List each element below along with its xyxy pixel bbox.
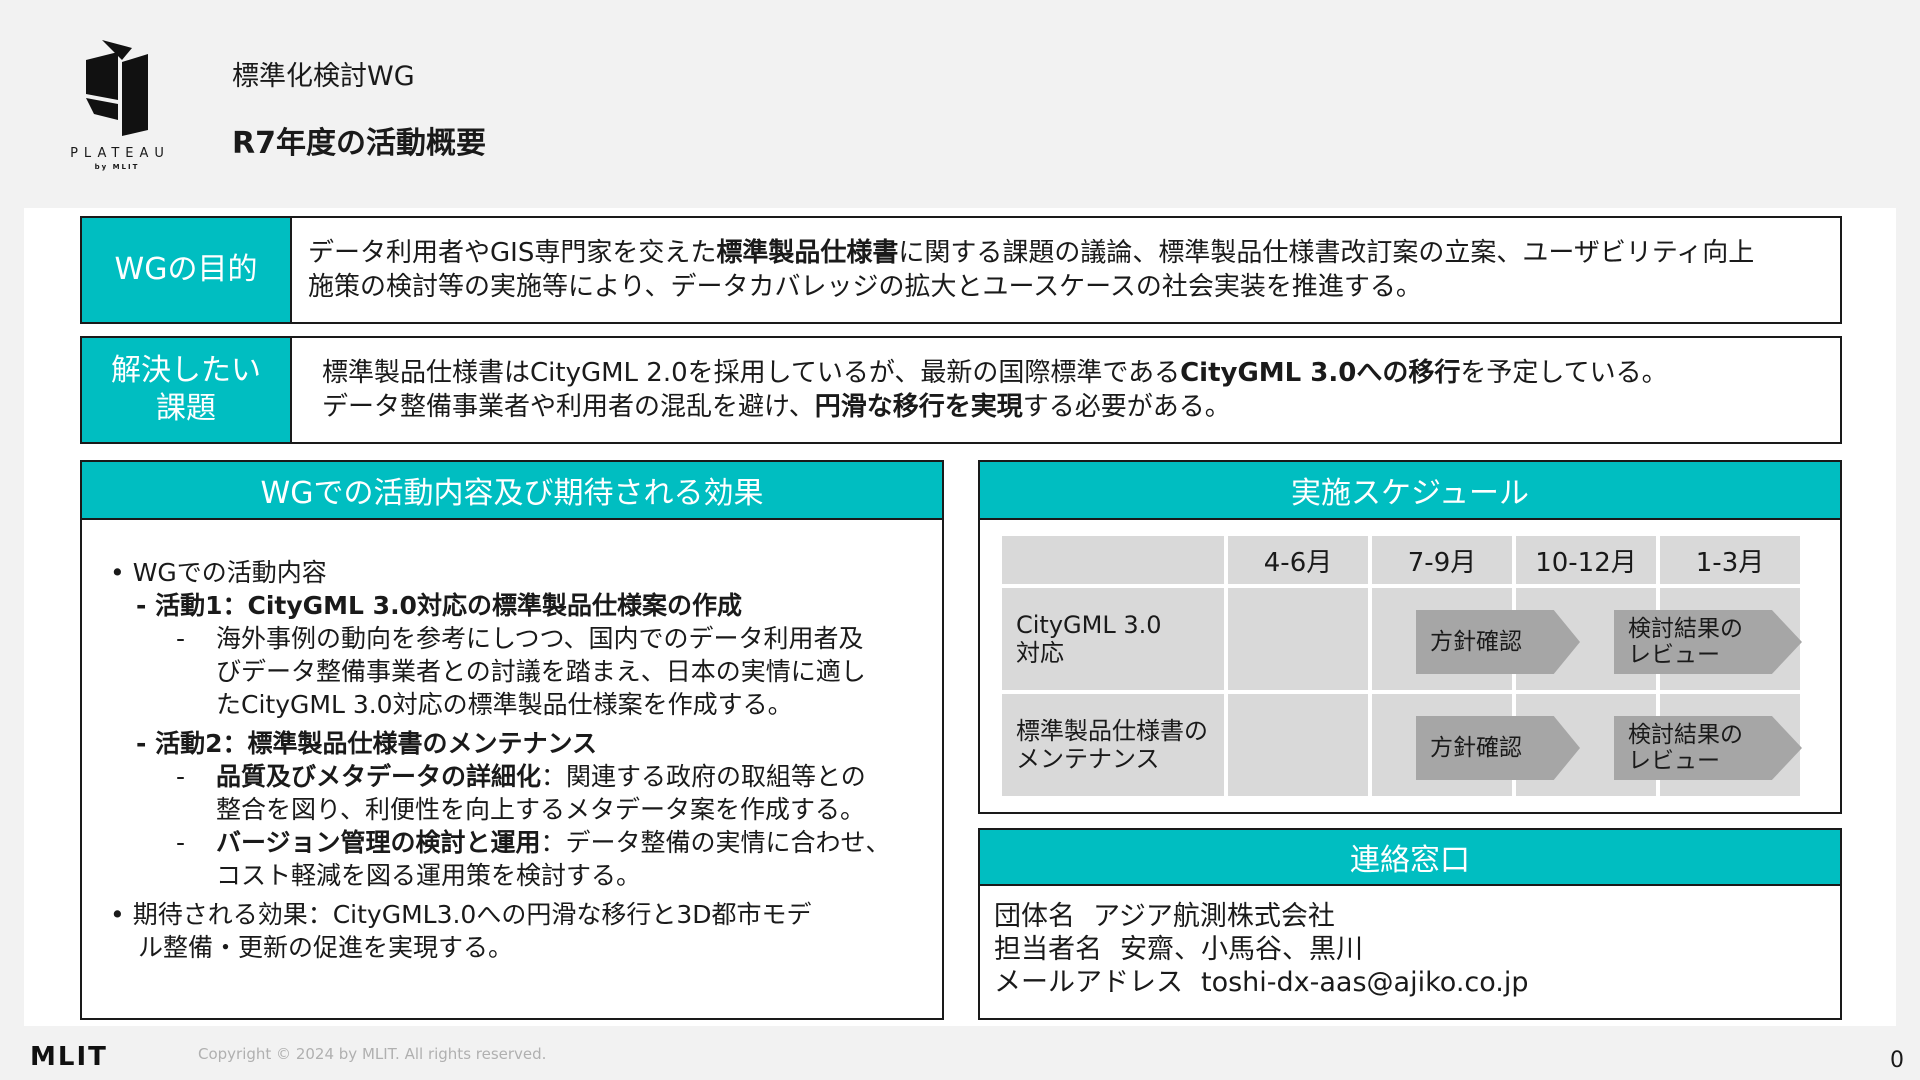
contact-heading: 連絡窓口 [980, 830, 1840, 886]
activities-heading: WGでの活動内容及び期待される効果 [82, 462, 942, 520]
contact-org-value: アジア航測株式会社 [1093, 901, 1335, 932]
schedule-cell [1228, 694, 1368, 796]
schedule-row-label: CityGML 3.0 対応 [1002, 588, 1224, 690]
issue-box: 解決したい 課題 標準製品仕様書はCityGML 2.0を採用しているが、最新の… [80, 336, 1842, 444]
purpose-box: WGの目的 データ利用者やGIS専門家を交えた標準製品仕様書に関する課題の議論、… [80, 216, 1842, 324]
schedule-arrow-policy: 方針確認 [1416, 610, 1580, 674]
activities-body: • WGでの活動内容 - 活動1：CityGML 3.0対応の標準製品仕様案の作… [104, 556, 932, 964]
list-item: • WGでの活動内容 [110, 558, 327, 587]
schedule-corner-cell [1002, 536, 1224, 584]
contact-person-value: 安齋、小馬谷、黒川 [1120, 934, 1363, 965]
activities-box: WGでの活動内容及び期待される効果 • WGでの活動内容 - 活動1：CityG… [80, 460, 944, 1020]
activity2-title: - 活動2：標準製品仕様書のメンテナンス [136, 729, 597, 758]
content-panel: WGの目的 データ利用者やGIS専門家を交えた標準製品仕様書に関する課題の議論、… [24, 208, 1896, 1026]
schedule-cell [1228, 588, 1368, 690]
purpose-label: WGの目的 [82, 218, 292, 322]
contact-body: 団体名 アジア航測株式会社 担当者名 安齋、小馬谷、黒川 メールアドレス toshi-… [994, 900, 1529, 999]
schedule-col-header: 7-9月 [1372, 536, 1512, 584]
contact-box: 連絡窓口 団体名 アジア航測株式会社 担当者名 安齋、小馬谷、黒川 メールアドレス t… [978, 828, 1842, 1020]
plateau-cube-icon [86, 40, 148, 136]
schedule-col-header: 10-12月 [1516, 536, 1656, 584]
plateau-logo: PLATEAU by MLIT [52, 40, 182, 175]
schedule-arrow-review: 検討結果の レビュー [1614, 610, 1802, 674]
logo-subtext: by MLIT [94, 163, 140, 171]
list-item: • 期待される効果：CityGML3.0への円滑な移行と3D都市モデ [110, 900, 812, 929]
contact-mail-key: メールアドレス [994, 967, 1183, 998]
purpose-text: データ利用者やGIS専門家を交えた標準製品仕様書に関する課題の議論、標準製品仕様… [308, 238, 1755, 302]
schedule-row-label: 標準製品仕様書の メンテナンス [1002, 694, 1224, 796]
schedule-heading: 実施スケジュール [980, 462, 1840, 520]
contact-mail-value[interactable]: toshi-dx-aas@ajiko.co.jp [1201, 967, 1529, 998]
list-item: - 品質及びメタデータの詳細化：関連する政府の取組等との [176, 762, 866, 791]
schedule-col-header: 4-6月 [1228, 536, 1368, 584]
schedule-arrow-review: 検討結果の レビュー [1614, 716, 1802, 780]
list-item: - 海外事例の動向を参考にしつつ、国内でのデータ利用者及 [176, 624, 864, 653]
mlit-logo: MLIT [30, 1042, 162, 1072]
page-title: R7年度の活動概要 [232, 126, 486, 161]
contact-org-key: 団体名 [994, 901, 1075, 932]
list-item: - バージョン管理の検討と運用：データ整備の実情に合わせ、 [176, 828, 891, 857]
contact-person-key: 担当者名 [994, 934, 1102, 965]
logo-text: PLATEAU [70, 146, 170, 161]
page-number: 0 [1890, 1048, 1904, 1073]
copyright: Copyright © 2024 by MLIT. All rights res… [198, 1045, 547, 1063]
wg-name: 標準化検討WG [232, 61, 415, 92]
schedule-arrow-policy: 方針確認 [1416, 716, 1580, 780]
svg-text:MLIT: MLIT [30, 1044, 108, 1068]
issue-label: 解決したい 課題 [82, 338, 292, 442]
schedule-col-header: 1-3月 [1660, 536, 1800, 584]
issue-text: 標準製品仕様書はCityGML 2.0を採用しているが、最新の国際標準であるCi… [322, 358, 1668, 422]
mlit-logo-icon: MLIT [30, 1042, 108, 1072]
activity1-title: - 活動1：CityGML 3.0対応の標準製品仕様案の作成 [136, 591, 742, 620]
schedule-box: 実施スケジュール 4-6月 7-9月 10-12月 1-3月 CityGML 3… [978, 460, 1842, 814]
